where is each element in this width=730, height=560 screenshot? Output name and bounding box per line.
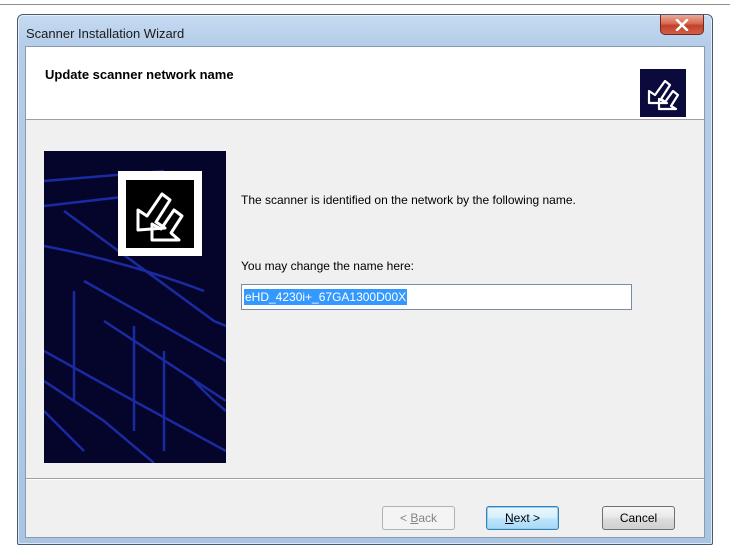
- top-rule: [0, 4, 730, 5]
- window-title: Scanner Installation Wizard: [26, 26, 185, 41]
- wizard-window: Scanner Installation Wizard Update scann…: [17, 14, 713, 545]
- footer-separator: [26, 478, 704, 480]
- cancel-button[interactable]: Cancel: [602, 506, 675, 530]
- close-button[interactable]: [660, 15, 704, 35]
- page-title: Update scanner network name: [45, 67, 234, 82]
- next-accel: N: [504, 511, 514, 525]
- wizard-client-area: Update scanner network name The scanner …: [25, 46, 705, 538]
- name-field-label: You may change the name here:: [241, 259, 415, 273]
- next-rest: ext >: [513, 511, 541, 525]
- back-rest: ack: [418, 511, 438, 525]
- back-button[interactable]: < Back: [382, 506, 455, 530]
- title-bar[interactable]: Scanner Installation Wizard: [18, 15, 712, 47]
- close-x-icon: [675, 18, 689, 31]
- description-text: The scanner is identified on the network…: [241, 193, 576, 207]
- wizard-side-image: [44, 151, 226, 463]
- wizard-header: Update scanner network name: [26, 47, 704, 120]
- wizard-logo-icon: [118, 171, 202, 256]
- scanner-arrows-icon: [640, 69, 686, 117]
- next-button[interactable]: Next >: [486, 506, 559, 530]
- back-accel: B: [410, 511, 419, 525]
- scanner-name-input[interactable]: eHD_4230i+_67GA1300D00X: [241, 284, 632, 310]
- back-prefix: <: [399, 511, 411, 525]
- scanner-name-value: eHD_4230i+_67GA1300D00X: [244, 289, 408, 305]
